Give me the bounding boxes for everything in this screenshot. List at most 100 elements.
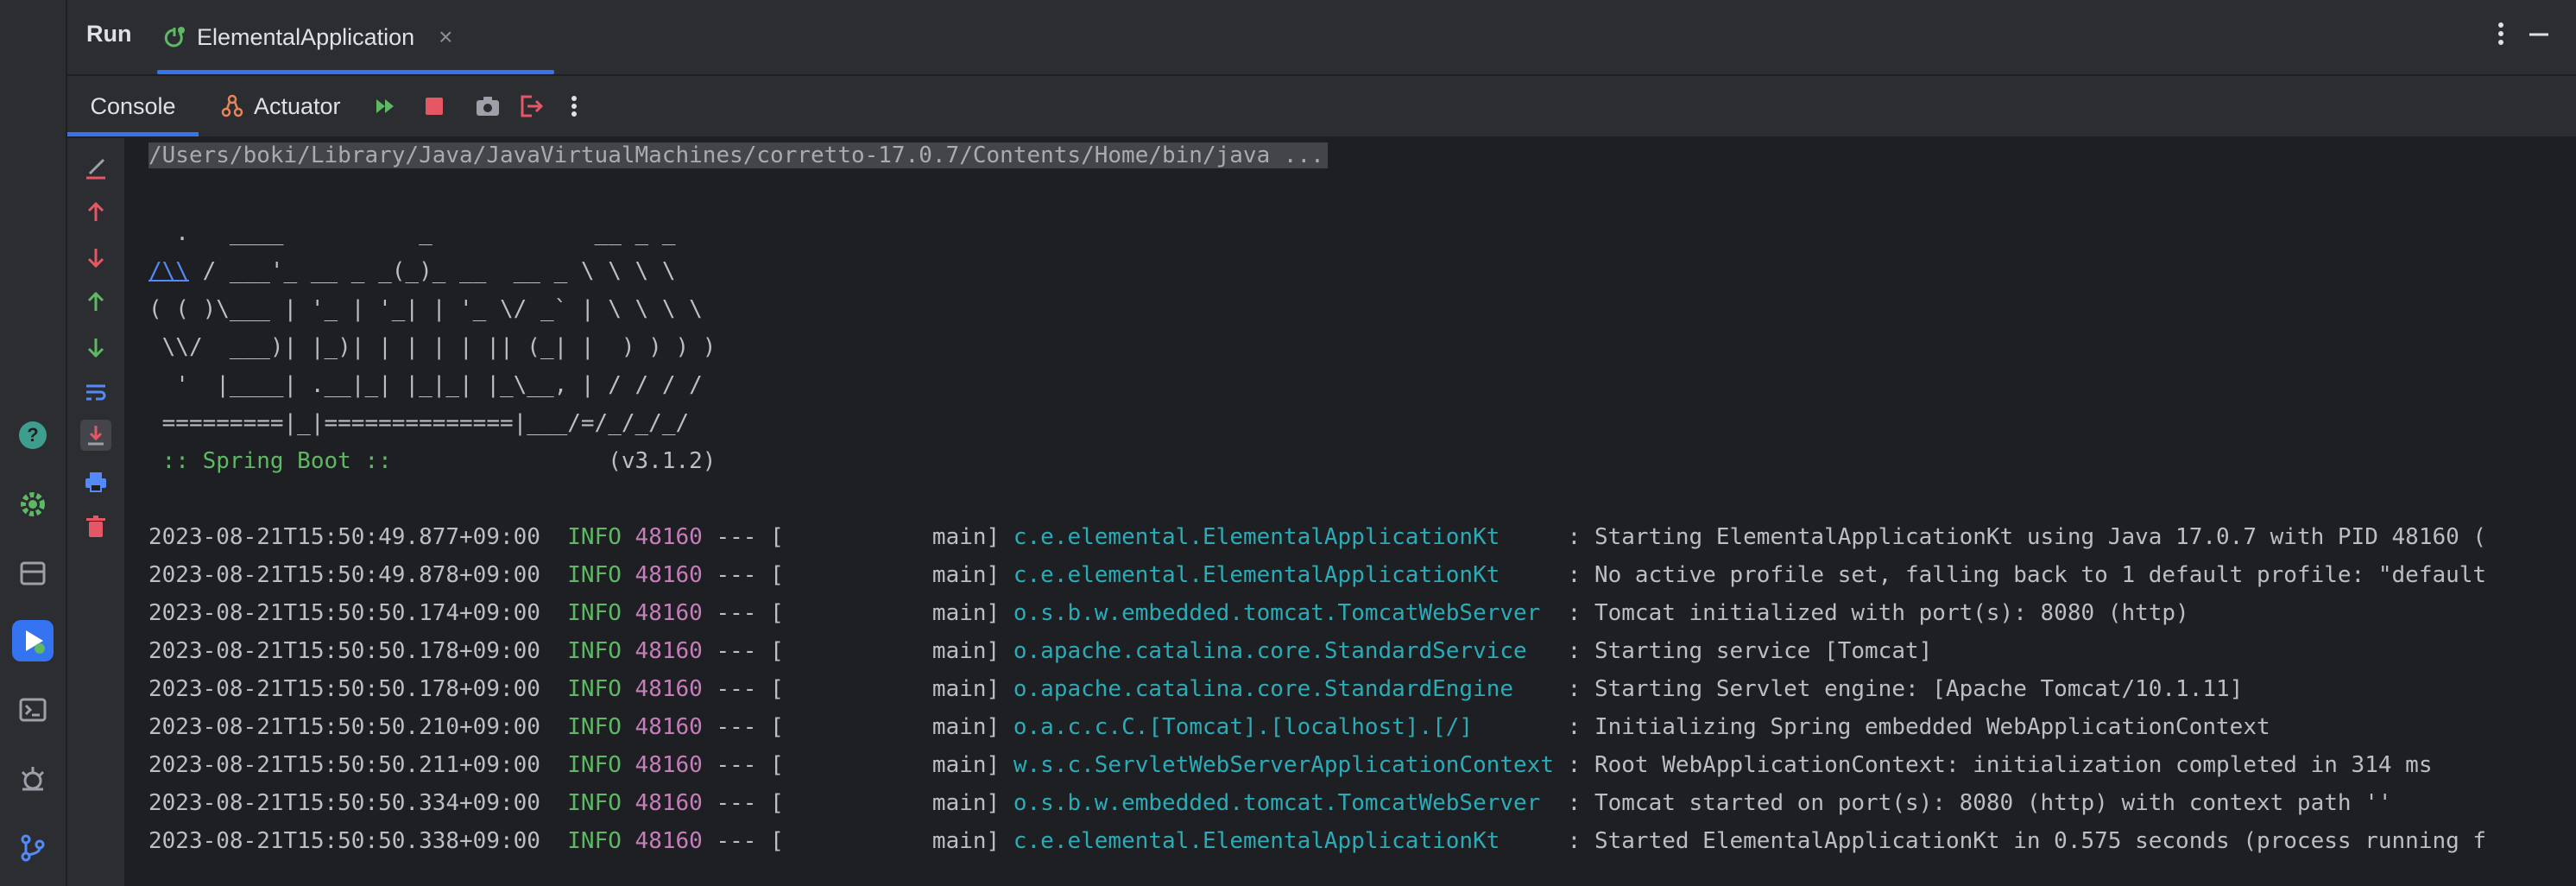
command-line[interactable]: /Users/boki/Library/Java/JavaVirtualMach… <box>148 138 1328 173</box>
log-level: INFO <box>567 676 622 702</box>
log-logger: o.apache.catalina.core.StandardEngine <box>1013 676 1554 702</box>
soft-wrap-icon[interactable] <box>80 377 111 408</box>
actuator-icon <box>219 93 245 119</box>
svg-text:?: ? <box>27 424 38 446</box>
banner-line: ( ( )\___ | '_ | '_| | '_ \/ _` | \ \ \ … <box>148 296 703 322</box>
log-pid: 48160 <box>635 524 703 550</box>
console-toolbar: Console Actuator <box>67 76 2576 138</box>
gear-icon[interactable] <box>12 484 54 525</box>
stop-icon[interactable] <box>420 92 449 121</box>
banner-line: ' |____| .__|_| |_|_| |_\__, | / / / / <box>148 372 703 398</box>
log-line: 2023-08-21T15:50:50.178+09:00 INFO 48160… <box>148 634 1932 668</box>
git-branch-icon[interactable] <box>12 827 54 869</box>
camera-icon[interactable] <box>473 92 502 121</box>
spring-boot-line: :: Spring Boot :: (v3.1.2) <box>148 444 717 478</box>
log-timestamp: 2023-08-21T15:50:50.210+09:00 <box>148 714 540 740</box>
spring-run-icon <box>162 25 186 49</box>
log-message: : Started ElementalApplicationKt in 0.57… <box>1554 828 2487 854</box>
active-tab-indicator <box>157 70 554 74</box>
log-level: INFO <box>567 600 622 626</box>
banner-line: . ____ _ __ _ _ <box>148 220 676 246</box>
run-tab-label: ElementalApplication <box>197 23 415 50</box>
rerun-icon[interactable] <box>371 92 401 121</box>
log-logger: o.apache.catalina.core.StandardService <box>1013 638 1554 664</box>
scroll-down-icon[interactable] <box>80 332 111 363</box>
more-options-icon[interactable] <box>2497 21 2505 51</box>
log-pid: 48160 <box>635 714 703 740</box>
down-arrow-icon[interactable] <box>80 242 111 273</box>
close-tab-icon[interactable]: × <box>439 23 452 51</box>
console-output[interactable]: /Users/boki/Library/Java/JavaVirtualMach… <box>148 138 2576 886</box>
log-level: INFO <box>567 828 622 854</box>
log-message: : Starting Servlet engine: [Apache Tomca… <box>1554 676 2244 702</box>
console-tab-indicator <box>67 132 199 136</box>
log-line: 2023-08-21T15:50:50.211+09:00 INFO 48160… <box>148 748 2432 782</box>
log-message: : Starting service [Tomcat] <box>1554 638 1933 664</box>
log-pid: 48160 <box>635 562 703 588</box>
tab-console[interactable]: Console <box>67 76 199 136</box>
log-line: 2023-08-21T15:50:50.174+09:00 INFO 48160… <box>148 596 2189 630</box>
banner-line-rest: / ___'_ __ _ _(_)_ __ __ _ \ \ \ \ <box>188 258 676 284</box>
spring-boot-version: (v3.1.2) <box>405 448 717 474</box>
banner-line: /\\ / ___'_ __ _ _(_)_ __ __ _ \ \ \ \ <box>148 254 676 288</box>
terminal-icon[interactable] <box>12 689 54 731</box>
log-line: 2023-08-21T15:50:50.338+09:00 INFO 48160… <box>148 824 2486 858</box>
log-pid: 48160 <box>635 790 703 816</box>
console-area: /Users/boki/Library/Java/JavaVirtualMach… <box>67 138 2576 886</box>
exit-icon[interactable] <box>516 92 546 121</box>
trash-icon[interactable] <box>80 511 111 542</box>
log-line: 2023-08-21T15:50:49.878+09:00 INFO 48160… <box>148 558 2486 592</box>
log-logger: c.e.elemental.ElementalApplicationKt <box>1013 562 1554 588</box>
console-tab-label: Console <box>90 92 176 119</box>
scroll-up-icon[interactable] <box>80 287 111 318</box>
banner-line: \\/ ___)| |_)| | | | | || (_| | ) ) ) ) <box>148 334 717 360</box>
run-tool-icon[interactable] <box>12 620 54 661</box>
banner-line: =========|_|==============|___/=/_/_/_/ <box>148 410 690 436</box>
log-timestamp: 2023-08-21T15:50:50.174+09:00 <box>148 600 540 626</box>
run-titlebar: Run ElementalApplication × <box>67 0 2576 76</box>
scroll-to-end-icon[interactable] <box>80 420 111 451</box>
banner-link[interactable]: /\\ <box>148 258 189 284</box>
log-timestamp: 2023-08-21T15:50:50.334+09:00 <box>148 790 540 816</box>
log-timestamp: 2023-08-21T15:50:50.338+09:00 <box>148 828 540 854</box>
more-toolbar-icon[interactable] <box>559 92 589 121</box>
log-message: : Tomcat initialized with port(s): 8080 … <box>1554 600 2189 626</box>
log-line: 2023-08-21T15:50:50.178+09:00 INFO 48160… <box>148 672 2243 706</box>
tab-elemental-application[interactable]: ElementalApplication × <box>157 0 554 74</box>
log-pid: 48160 <box>635 752 703 778</box>
log-timestamp: 2023-08-21T15:50:49.878+09:00 <box>148 562 540 588</box>
run-tool-window: Run ElementalApplication × Console Actua… <box>67 0 2576 886</box>
log-pid: 48160 <box>635 600 703 626</box>
help-icon[interactable]: ? <box>12 415 54 456</box>
log-line: 2023-08-21T15:50:49.877+09:00 INFO 48160… <box>148 520 2486 554</box>
log-message: : Tomcat started on port(s): 8080 (http)… <box>1554 790 2392 816</box>
log-thread: --- [ main] <box>702 676 1013 702</box>
log-level: INFO <box>567 790 622 816</box>
log-level: INFO <box>567 638 622 664</box>
services-icon[interactable] <box>12 553 54 594</box>
title-actions <box>2497 21 2550 51</box>
log-level: INFO <box>567 714 622 740</box>
log-timestamp: 2023-08-21T15:50:50.211+09:00 <box>148 752 540 778</box>
log-logger: o.s.b.w.embedded.tomcat.TomcatWebServer <box>1013 600 1554 626</box>
log-line: 2023-08-21T15:50:50.334+09:00 INFO 48160… <box>148 786 2392 820</box>
log-timestamp: 2023-08-21T15:50:50.178+09:00 <box>148 676 540 702</box>
tab-actuator[interactable]: Actuator <box>219 76 341 136</box>
left-tool-rail: ? <box>0 0 67 886</box>
problems-icon[interactable] <box>12 758 54 800</box>
log-pid: 48160 <box>635 676 703 702</box>
log-logger: w.s.c.ServletWebServerApplicationContext <box>1013 752 1554 778</box>
log-timestamp: 2023-08-21T15:50:49.877+09:00 <box>148 524 540 550</box>
minimize-icon[interactable] <box>2528 21 2550 51</box>
log-thread: --- [ main] <box>702 562 1013 588</box>
log-level: INFO <box>567 562 622 588</box>
log-logger: c.e.elemental.ElementalApplicationKt <box>1013 524 1554 550</box>
spring-boot-label: :: Spring Boot :: <box>148 448 406 474</box>
command-text[interactable]: /Users/boki/Library/Java/JavaVirtualMach… <box>148 142 1328 168</box>
up-arrow-icon[interactable] <box>80 197 111 228</box>
log-message: : Starting ElementalApplicationKt using … <box>1554 524 2487 550</box>
log-thread: --- [ main] <box>702 524 1013 550</box>
clear-pencil-icon[interactable] <box>80 152 111 183</box>
print-icon[interactable] <box>80 466 111 497</box>
log-level: INFO <box>567 524 622 550</box>
